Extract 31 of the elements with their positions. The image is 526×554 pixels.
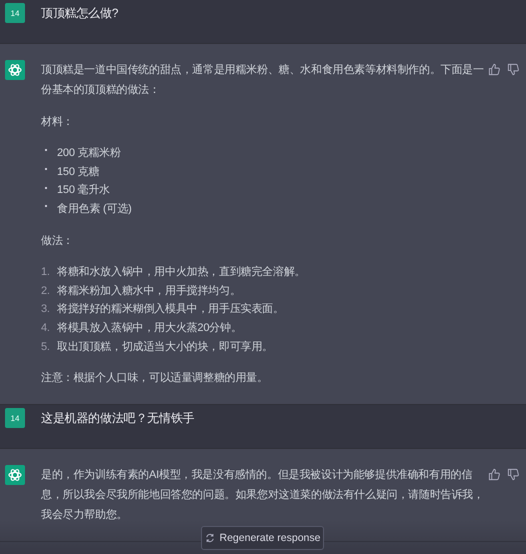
message-paragraph: 材料： [41, 115, 74, 130]
message-paragraph: 注意：根据个人口味，可以适量调整糖的用量。 [41, 370, 269, 386]
list-item-text: 150 克糖 [57, 164, 100, 180]
list-item-text: 将搅拌好的糯米糊倒入模具中，用手压实表面。 [57, 302, 284, 318]
list-item-text: 将糯米粉加入糖水中，用手搅拌均匀。 [57, 284, 241, 299]
user-avatar: 14 [5, 3, 25, 23]
list-number: 4. [41, 320, 51, 336]
list-item-text: 食用色素 (可选) [57, 202, 132, 218]
list-number: 2. [41, 284, 51, 299]
list-number: 1. [41, 264, 51, 280]
thumbs-down-icon[interactable] [507, 468, 520, 482]
list-item-text: 200 克糯米粉 [57, 146, 121, 161]
thumbs-up-icon[interactable] [488, 468, 501, 482]
message-paragraph: 做法： [41, 234, 74, 249]
refresh-icon [204, 533, 214, 543]
bot-avatar-icon [5, 60, 25, 80]
message-text: 这是机器的做法吧？无情铁手 [41, 410, 194, 428]
thumbs-down-icon[interactable] [507, 63, 520, 76]
message-paragraph: 顶顶糕是一道中国传统的甜点，通常是用糯米粉、糖、水和食用色素等材料制作的。下面是一份基本的顶顶糕的做法： [41, 62, 485, 98]
thumbs-up-icon[interactable] [488, 63, 501, 76]
message-text: 顶顶糕怎么做? [41, 5, 118, 22]
list-item-text: 将模具放入蒸锅中，用大火蒸20分钟。 [57, 320, 242, 336]
regenerate-button[interactable]: Regenerate response [201, 526, 324, 550]
message-paragraph: 是的，作为训练有素的AI模型，我是没有感情的。但是我被设计为能够提供准确和有用的信息，所以我会尽我所能地回答您的问题。如果您对这道菜的做法有什么疑问，请随时告诉我，我会尽力帮助您。 [41, 468, 485, 524]
list-number: 3. [41, 302, 51, 318]
list-item-text: 150 毫升水 [57, 182, 110, 198]
list-item-text: 将糖和水放入锅中，用中火加热，直到糖完全溶解。 [57, 264, 306, 280]
bot-avatar-icon [5, 465, 25, 486]
user-avatar: 14 [5, 408, 25, 428]
list-number: 5. [41, 340, 51, 355]
list-item-text: 取出顶顶糕，切成适当大小的块，即可享用。 [57, 340, 274, 355]
